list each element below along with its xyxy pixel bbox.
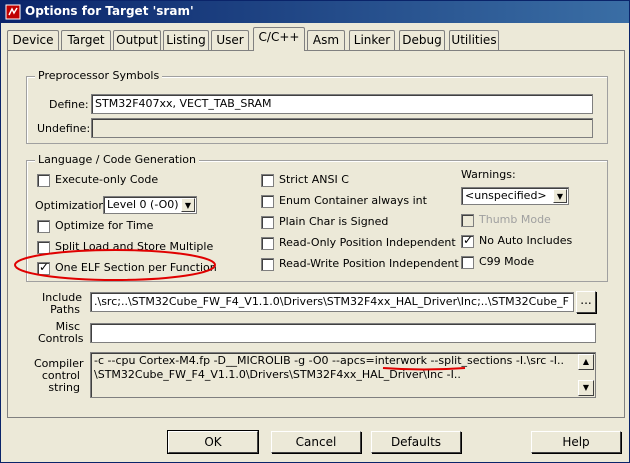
no-auto-includes-box[interactable]	[461, 233, 474, 248]
scroll-up-icon[interactable]: ▲	[578, 354, 594, 370]
ro-pos-indep-checkbox[interactable]: Read-Only Position Independent	[261, 236, 456, 252]
optimize-time-checkbox[interactable]: Optimize for Time	[37, 219, 153, 235]
thumb-mode-label: Thumb Mode	[479, 213, 551, 226]
ro-pos-indep-label: Read-Only Position Independent	[279, 236, 456, 249]
no-auto-includes-checkbox[interactable]: No Auto Includes	[461, 233, 573, 250]
c-cpp-panel: Preprocessor Symbols Define: STM32F407xx…	[7, 50, 625, 418]
compiler-control-textarea[interactable]: -c --cpu Cortex-M4.fp -D__MICROLIB -g -O…	[90, 352, 596, 398]
tab-linker[interactable]: Linker	[349, 30, 395, 50]
thumb-mode-checkbox[interactable]: Thumb Mode	[461, 213, 551, 229]
c99-mode-label: C99 Mode	[479, 255, 535, 268]
undefine-label: Undefine:	[37, 122, 91, 135]
options-dialog: Options for Target 'sram' Device Target …	[0, 0, 630, 463]
include-paths-label-line2: Paths	[50, 303, 80, 316]
language-group-label: Language / Code Generation	[35, 153, 200, 166]
title-bar[interactable]: Options for Target 'sram'	[1, 1, 629, 23]
strict-ansi-checkbox[interactable]: Strict ANSI C	[261, 173, 349, 189]
split-load-label: Split Load and Store Multiple	[55, 240, 214, 253]
tab-bar: Device Target Output Listing User C/C++ …	[7, 27, 625, 51]
misc-controls-input[interactable]	[90, 323, 596, 343]
define-label: Define:	[49, 98, 89, 111]
compiler-control-label-line3: string	[48, 381, 80, 394]
include-paths-browse-button[interactable]: ...	[576, 291, 596, 313]
define-input[interactable]: STM32F407xx, VECT_TAB_SRAM	[91, 94, 593, 114]
ro-pos-indep-box[interactable]	[261, 236, 274, 250]
chevron-down-icon[interactable]: ▼	[553, 189, 567, 203]
no-auto-includes-label: No Auto Includes	[479, 234, 573, 247]
defaults-button[interactable]: Defaults	[371, 431, 461, 453]
cancel-button[interactable]: Cancel	[271, 431, 361, 453]
optimization-select[interactable]: Level 0 (-O0) ▼	[103, 196, 197, 214]
optimize-time-label: Optimize for Time	[55, 219, 154, 232]
optimization-label: Optimization:	[35, 199, 110, 212]
include-paths-input[interactable]: .\src;..\STM32Cube_FW_F4_V1.1.0\Drivers\…	[90, 292, 574, 312]
rw-pos-indep-checkbox[interactable]: Read-Write Position Independent	[261, 257, 459, 273]
thumb-mode-box[interactable]	[461, 213, 474, 227]
tab-debug[interactable]: Debug	[399, 30, 445, 50]
warnings-value: <unspecified>	[465, 189, 547, 202]
tab-user[interactable]: User	[211, 30, 249, 50]
include-paths-label: Include Paths	[42, 292, 82, 316]
tab-listing[interactable]: Listing	[163, 30, 209, 50]
execute-only-checkbox[interactable]: Execute-only Code	[37, 173, 158, 189]
split-load-checkbox[interactable]: Split Load and Store Multiple	[37, 240, 213, 256]
language-group: Language / Code Generation Execute-only …	[26, 153, 608, 282]
ok-button[interactable]: OK	[167, 430, 259, 454]
enum-container-label: Enum Container always int	[279, 194, 427, 207]
compiler-control-line2: \STM32Cube_FW_F4_V1.1.0\Drivers\STM32F4x…	[94, 368, 461, 381]
misc-controls-label-line2: Controls	[38, 332, 84, 345]
one-elf-checkbox[interactable]: One ELF Section per Function	[37, 260, 217, 277]
tab-asm[interactable]: Asm	[307, 30, 345, 50]
c99-mode-box[interactable]	[461, 255, 474, 269]
rw-pos-indep-label: Read-Write Position Independent	[279, 257, 459, 270]
warnings-select[interactable]: <unspecified> ▼	[461, 187, 569, 205]
execute-only-box[interactable]	[37, 173, 50, 187]
tab-target[interactable]: Target	[61, 30, 111, 50]
compiler-control-scrollbar[interactable]: ▲ ▼	[578, 354, 594, 396]
optimization-value: Level 0 (-O0)	[107, 198, 179, 211]
one-elf-label: One ELF Section per Function	[55, 261, 217, 274]
tab-output[interactable]: Output	[113, 30, 161, 50]
scroll-down-icon[interactable]: ▼	[578, 380, 594, 396]
warnings-label: Warnings:	[461, 168, 516, 181]
compiler-control-label: Compiler control string	[34, 358, 84, 394]
plain-char-checkbox[interactable]: Plain Char is Signed	[261, 215, 388, 231]
enum-container-box[interactable]	[261, 194, 274, 208]
c99-mode-checkbox[interactable]: C99 Mode	[461, 255, 534, 271]
strict-ansi-box[interactable]	[261, 173, 274, 187]
undefine-input[interactable]	[91, 118, 593, 138]
tab-c-cpp[interactable]: C/C++	[253, 27, 305, 51]
preprocessor-group-label: Preprocessor Symbols	[35, 69, 163, 82]
one-elf-box[interactable]	[37, 260, 50, 275]
misc-controls-label: Misc Controls	[38, 321, 84, 345]
tab-device[interactable]: Device	[7, 30, 59, 50]
window-title: Options for Target 'sram'	[25, 4, 194, 18]
tab-utilities[interactable]: Utilities	[449, 30, 499, 50]
plain-char-label: Plain Char is Signed	[279, 215, 389, 228]
execute-only-label: Execute-only Code	[55, 173, 159, 186]
help-button[interactable]: Help	[531, 431, 621, 453]
plain-char-box[interactable]	[261, 215, 274, 229]
strict-ansi-label: Strict ANSI C	[279, 173, 349, 186]
split-load-box[interactable]	[37, 240, 50, 254]
enum-container-checkbox[interactable]: Enum Container always int	[261, 194, 427, 210]
chevron-down-icon[interactable]: ▼	[181, 198, 195, 212]
compiler-control-line1: -c --cpu Cortex-M4.fp -D__MICROLIB -g -O…	[94, 354, 565, 367]
optimize-time-box[interactable]	[37, 219, 50, 233]
app-icon	[5, 4, 21, 20]
rw-pos-indep-box[interactable]	[261, 257, 274, 271]
preprocessor-group: Preprocessor Symbols Define: STM32F407xx…	[26, 69, 608, 144]
